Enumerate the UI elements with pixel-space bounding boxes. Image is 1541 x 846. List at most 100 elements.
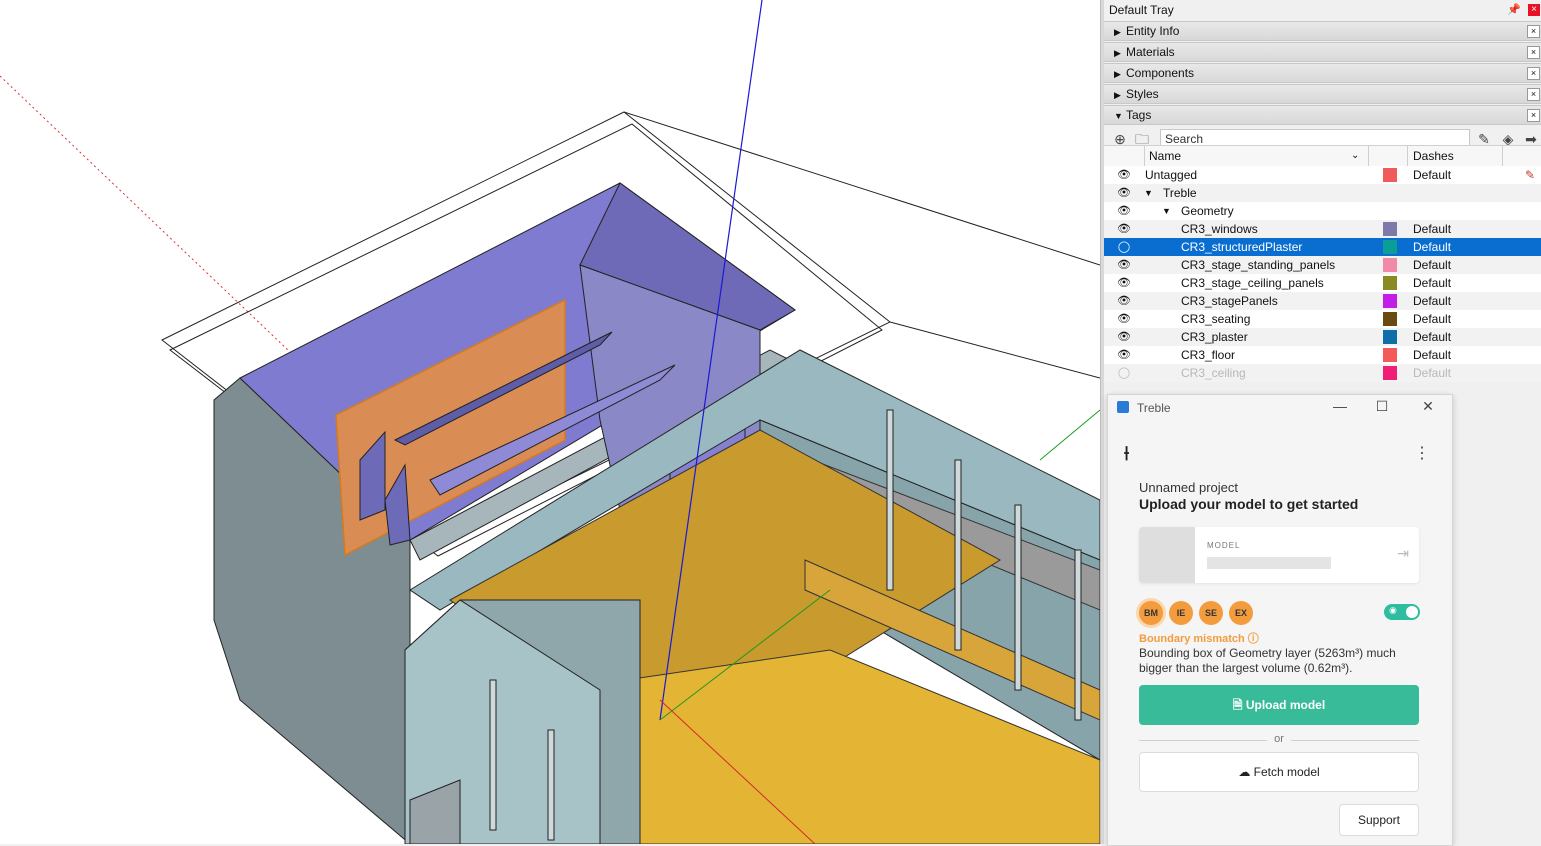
tag-color-swatch[interactable] [1383, 294, 1397, 308]
eye-icon[interactable]: 👁 [1117, 187, 1131, 199]
tag-dash-style[interactable]: Default [1413, 292, 1451, 310]
check-se[interactable]: SE [1199, 601, 1223, 625]
eye-icon[interactable]: 👁 [1117, 169, 1131, 181]
tags-list: 👁 Untagged Default ✎ 👁 ▼ Treble 👁 ▼ Geometry 👁 CR3_… [1104, 166, 1541, 382]
upload-model-button[interactable]: 🗎 Upload model [1139, 685, 1419, 725]
panel-close-icon[interactable]: × [1527, 109, 1540, 122]
tray-title-bar: Default Tray 📌 × [1104, 0, 1541, 20]
tray-panels: ▶ Entity Info × ▶ Materials × ▶ Components × ▶ Sty… [1104, 21, 1541, 125]
tag-name: CR3_stage_ceiling_panels [1181, 276, 1324, 290]
tag-color-swatch[interactable] [1383, 222, 1397, 236]
tag-name: CR3_floor [1181, 348, 1236, 362]
more-menu-icon[interactable]: ⋮ [1414, 443, 1430, 463]
warning-message: Bounding box of Geometry layer (5263m³) … [1139, 646, 1396, 675]
tag-row[interactable]: 👁 ▼ Treble [1104, 184, 1541, 202]
tag-color-swatch[interactable] [1383, 348, 1397, 362]
eye-icon[interactable]: 👁 [1117, 223, 1131, 235]
panel-header-entity-info[interactable]: ▶ Entity Info × [1104, 21, 1541, 41]
eye-hidden-icon[interactable]: ◯ [1117, 241, 1131, 253]
panel-close-icon[interactable]: × [1527, 88, 1540, 101]
chevron-down-icon[interactable]: ⌄ [1351, 146, 1359, 166]
open-model-icon[interactable]: ⇥ [1397, 545, 1409, 562]
check-ex[interactable]: EX [1229, 601, 1253, 625]
eye-icon[interactable]: 👁 [1117, 259, 1131, 271]
tag-row[interactable]: 👁 ▼ Geometry [1104, 202, 1541, 220]
tag-dash-style[interactable]: Default [1413, 346, 1451, 364]
panel-header-styles[interactable]: ▶ Styles × [1104, 84, 1541, 104]
tag-name: CR3_ceiling [1181, 366, 1246, 380]
tag-dash-style[interactable]: Default [1413, 166, 1451, 184]
panel-header-components[interactable]: ▶ Components × [1104, 63, 1541, 83]
column-dashes[interactable]: Dashes [1413, 146, 1454, 166]
model-card[interactable]: MODEL ⇥ [1139, 527, 1419, 583]
eye-icon[interactable]: 👁 [1117, 331, 1131, 343]
collapsed-triangle-icon: ▶ [1114, 27, 1121, 37]
tag-row[interactable]: 👁 CR3_windows Default [1104, 220, 1541, 238]
tag-dash-style[interactable]: Default [1413, 364, 1451, 382]
eye-hidden-icon[interactable]: ◯ [1117, 367, 1131, 379]
tag-color-swatch[interactable] [1383, 168, 1397, 182]
panel-label: Entity Info [1126, 24, 1180, 38]
tag-dash-style[interactable]: Default [1413, 256, 1451, 274]
collapsed-triangle-icon: ▶ [1114, 69, 1121, 79]
panel-header-tags[interactable]: ▼ Tags × [1104, 105, 1541, 125]
tag-row[interactable]: ◯ CR3_structuredPlaster Default [1104, 238, 1541, 256]
support-button[interactable]: Support [1339, 804, 1419, 836]
tag-dash-style[interactable]: Default [1413, 274, 1451, 292]
tag-color-swatch[interactable] [1383, 312, 1397, 326]
tag-row[interactable]: 👁 CR3_seating Default [1104, 310, 1541, 328]
panel-header-materials[interactable]: ▶ Materials × [1104, 42, 1541, 62]
check-ie[interactable]: IE [1169, 601, 1193, 625]
expand-triangle-icon[interactable]: ▼ [1144, 184, 1153, 202]
fetch-model-button[interactable]: ☁ Fetch model [1139, 752, 1419, 792]
eye-icon[interactable]: 👁 [1117, 313, 1131, 325]
tray-close-button[interactable]: × [1528, 4, 1540, 16]
visibility-toggle[interactable]: ◉ [1384, 604, 1420, 620]
tag-name: CR3_stagePanels [1181, 294, 1278, 308]
expand-triangle-icon[interactable]: ▼ [1162, 202, 1171, 220]
expanded-triangle-icon: ▼ [1114, 111, 1123, 121]
tag-name: CR3_seating [1181, 312, 1251, 326]
tag-row[interactable]: 👁 CR3_floor Default [1104, 346, 1541, 364]
tags-column-header: Name ⌄ Dashes [1104, 145, 1541, 167]
panel-close-icon[interactable]: × [1527, 46, 1540, 59]
model-viewport[interactable] [0, 0, 1100, 844]
eye-icon[interactable]: 👁 [1117, 295, 1131, 307]
model-label: MODEL [1207, 541, 1241, 550]
tag-dash-style[interactable]: Default [1413, 220, 1451, 238]
tag-row[interactable]: 👁 Untagged Default ✎ [1104, 166, 1541, 184]
tag-name: Geometry [1181, 204, 1234, 218]
minimize-icon[interactable]: — [1330, 398, 1350, 414]
panel-close-icon[interactable]: × [1527, 67, 1540, 80]
tag-dash-style[interactable]: Default [1413, 328, 1451, 346]
check-bm[interactable]: BM [1139, 601, 1163, 625]
tag-row[interactable]: ◯ CR3_ceiling Default [1104, 364, 1541, 382]
tag-name: CR3_structuredPlaster [1181, 240, 1303, 254]
eye-icon[interactable]: 👁 [1117, 349, 1131, 361]
upload-file-icon: 🗎 [1232, 698, 1243, 712]
eye-icon: ◉ [1389, 605, 1397, 615]
tag-row[interactable]: 👁 CR3_plaster Default [1104, 328, 1541, 346]
tag-color-swatch[interactable] [1383, 276, 1397, 290]
tag-color-swatch[interactable] [1383, 366, 1397, 380]
tag-row[interactable]: 👁 CR3_stagePanels Default [1104, 292, 1541, 310]
tag-dash-style[interactable]: Default [1413, 310, 1451, 328]
active-tag-pencil-icon: ✎ [1524, 168, 1535, 182]
scene-drawing [0, 0, 1100, 844]
tag-row[interactable]: 👁 CR3_stage_ceiling_panels Default [1104, 274, 1541, 292]
tag-row[interactable]: 👁 CR3_stage_standing_panels Default [1104, 256, 1541, 274]
tag-dash-style[interactable]: Default [1413, 238, 1451, 256]
treble-title-bar[interactable]: Treble — ☐ ✕ [1108, 395, 1452, 421]
tag-color-swatch[interactable] [1383, 330, 1397, 344]
tag-color-swatch[interactable] [1383, 258, 1397, 272]
eye-icon[interactable]: 👁 [1117, 205, 1131, 217]
panel-close-icon[interactable]: × [1527, 25, 1540, 38]
pin-icon[interactable]: 📌 [1507, 0, 1521, 20]
tag-name: Treble [1163, 186, 1197, 200]
eye-icon[interactable]: 👁 [1117, 277, 1131, 289]
close-icon[interactable]: ✕ [1418, 398, 1438, 415]
column-name[interactable]: Name [1149, 146, 1181, 166]
maximize-icon[interactable]: ☐ [1372, 398, 1392, 415]
tag-color-swatch[interactable] [1383, 240, 1397, 254]
treble-logo-icon: ⟊ [1124, 443, 1130, 465]
